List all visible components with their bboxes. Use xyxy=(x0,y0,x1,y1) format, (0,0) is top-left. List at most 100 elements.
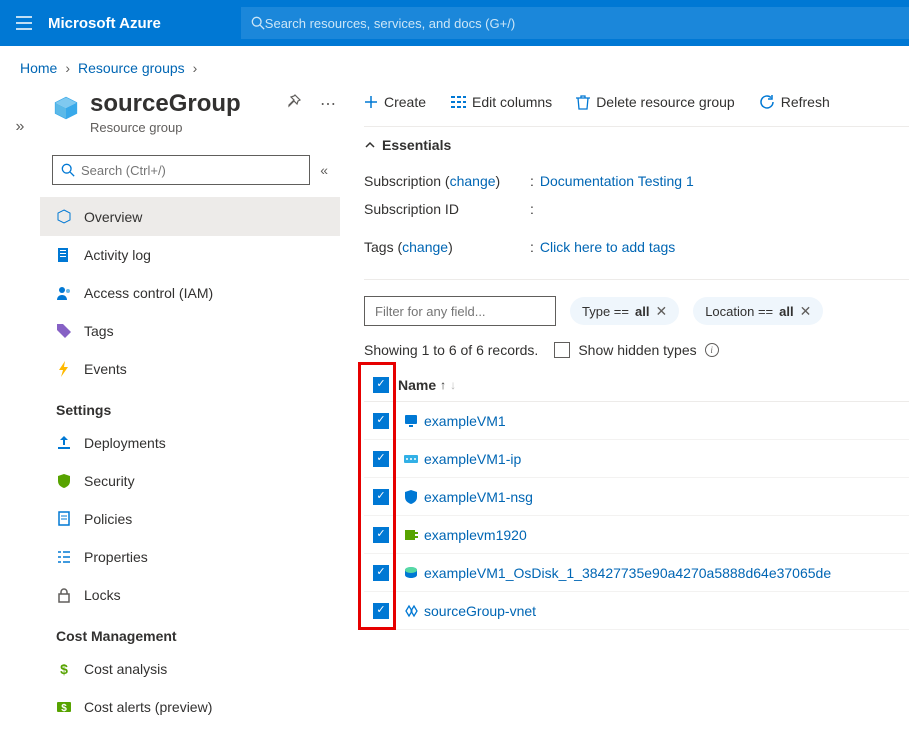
close-icon[interactable]: ✕ xyxy=(800,303,812,320)
edit-columns-button[interactable]: Edit columns xyxy=(450,94,552,110)
trash-icon xyxy=(576,94,590,110)
breadcrumb-resource-groups[interactable]: Resource groups xyxy=(78,60,185,76)
sidebar-item-iam[interactable]: Access control (IAM) xyxy=(40,274,340,312)
upload-icon xyxy=(56,435,72,451)
brand-label[interactable]: Microsoft Azure xyxy=(48,15,161,32)
people-icon xyxy=(56,285,72,301)
subscription-label: Subscription (change) xyxy=(364,173,524,189)
svg-text:$: $ xyxy=(61,703,67,714)
sidebar-item-label: Deployments xyxy=(84,435,166,451)
sidebar-search[interactable] xyxy=(52,155,310,185)
columns-icon xyxy=(450,95,466,109)
content-pane: Create Edit columns Delete resource grou… xyxy=(340,90,909,752)
row-checkbox[interactable] xyxy=(373,527,389,543)
resource-type-icon xyxy=(398,413,424,429)
subscription-change-link[interactable]: change xyxy=(450,173,496,189)
create-button[interactable]: Create xyxy=(364,94,426,110)
sidebar-item-deployments[interactable]: Deployments xyxy=(40,424,340,462)
sidebar-item-activity-log[interactable]: Activity log xyxy=(40,236,340,274)
hamburger-menu-icon[interactable] xyxy=(0,16,48,30)
table-row[interactable]: exampleVM1_OsDisk_1_38427735e90a4270a588… xyxy=(364,554,909,592)
dollar-icon: $ xyxy=(56,661,72,677)
sidebar-item-security[interactable]: Security xyxy=(40,462,340,500)
essentials-toggle[interactable]: Essentials xyxy=(364,126,909,167)
sidebar-item-properties[interactable]: Properties xyxy=(40,538,340,576)
row-checkbox[interactable] xyxy=(373,413,389,429)
more-icon[interactable]: ⋯ xyxy=(316,90,340,118)
sidebar-section-settings: Settings xyxy=(40,388,340,424)
sidebar-search-input[interactable] xyxy=(81,163,301,178)
delete-resource-group-button[interactable]: Delete resource group xyxy=(576,94,735,110)
tags-add-link[interactable]: Click here to add tags xyxy=(540,239,675,255)
show-hidden-types-label: Show hidden types xyxy=(578,342,696,358)
resource-link[interactable]: exampleVM1-ip xyxy=(424,451,521,467)
page-subtitle: Resource group xyxy=(90,120,272,135)
sidebar: sourceGroup Resource group ⋯ « Overview … xyxy=(40,90,340,752)
sidebar-item-overview[interactable]: Overview xyxy=(40,198,340,236)
resource-link[interactable]: exampleVM1-nsg xyxy=(424,489,533,505)
plus-icon xyxy=(364,95,378,109)
sidebar-item-label: Tags xyxy=(84,323,114,339)
sidebar-item-label: Activity log xyxy=(84,247,151,263)
chevron-right-icon: › xyxy=(65,60,70,76)
essentials-panel: Subscription (change) : Documentation Te… xyxy=(364,167,909,261)
breadcrumb-home[interactable]: Home xyxy=(20,60,57,76)
expand-left-rail-icon[interactable]: » xyxy=(0,90,40,752)
sidebar-item-label: Policies xyxy=(84,511,132,527)
info-icon[interactable]: i xyxy=(705,343,719,357)
sidebar-item-label: Security xyxy=(84,473,135,489)
collapse-sidebar-icon[interactable]: « xyxy=(320,162,328,178)
table-row[interactable]: sourceGroup-vnet xyxy=(364,592,909,630)
sidebar-item-events[interactable]: Events xyxy=(40,350,340,388)
resource-link[interactable]: exampleVM1_OsDisk_1_38427735e90a4270a588… xyxy=(424,565,831,581)
sort-asc-icon: ↑ xyxy=(440,378,446,392)
table-row[interactable]: exampleVM1 xyxy=(364,402,909,440)
name-column-header[interactable]: Name ↑ ↓ xyxy=(398,377,456,393)
policy-icon xyxy=(56,511,72,527)
sidebar-item-label: Properties xyxy=(84,549,148,565)
row-checkbox[interactable] xyxy=(373,565,389,581)
sidebar-item-policies[interactable]: Policies xyxy=(40,500,340,538)
breadcrumb: Home › Resource groups › xyxy=(0,46,909,90)
toolbar-label: Delete resource group xyxy=(596,94,735,110)
location-filter-pill[interactable]: Location == all ✕ xyxy=(693,297,823,325)
sidebar-item-cost-alerts[interactable]: $ Cost alerts (preview) xyxy=(40,688,340,726)
show-hidden-types-checkbox[interactable] xyxy=(554,342,570,358)
resource-link[interactable]: exampleVM1 xyxy=(424,413,506,429)
shield-icon xyxy=(56,473,72,489)
sidebar-item-tags[interactable]: Tags xyxy=(40,312,340,350)
row-checkbox[interactable] xyxy=(373,603,389,619)
select-all-checkbox[interactable] xyxy=(373,377,389,393)
tags-label: Tags (change) xyxy=(364,239,524,255)
lightning-icon xyxy=(56,361,72,377)
resource-type-icon xyxy=(398,603,424,619)
pin-icon[interactable] xyxy=(282,90,306,119)
tags-change-link[interactable]: change xyxy=(402,239,448,255)
resource-type-icon xyxy=(398,565,424,581)
row-checkbox[interactable] xyxy=(373,451,389,467)
table-row[interactable]: exampleVM1-ip xyxy=(364,440,909,478)
sidebar-item-cost-analysis[interactable]: $ Cost analysis xyxy=(40,650,340,688)
sidebar-item-locks[interactable]: Locks xyxy=(40,576,340,614)
grid-header: Name ↑ ↓ xyxy=(364,368,909,402)
subscription-value-link[interactable]: Documentation Testing 1 xyxy=(540,173,694,189)
search-icon xyxy=(61,163,75,177)
type-filter-pill[interactable]: Type == all ✕ xyxy=(570,297,679,325)
subscription-id-label: Subscription ID xyxy=(364,201,524,217)
table-row[interactable]: examplevm1920 xyxy=(364,516,909,554)
table-row[interactable]: exampleVM1-nsg xyxy=(364,478,909,516)
resource-link[interactable]: sourceGroup-vnet xyxy=(424,603,536,619)
resource-type-icon xyxy=(398,451,424,467)
refresh-button[interactable]: Refresh xyxy=(759,94,830,110)
global-search[interactable] xyxy=(241,7,909,39)
filter-bar: Type == all ✕ Location == all ✕ xyxy=(364,279,909,326)
global-search-input[interactable] xyxy=(265,16,899,31)
chevron-up-icon xyxy=(364,139,376,151)
sidebar-item-label: Overview xyxy=(84,209,142,225)
close-icon[interactable]: ✕ xyxy=(655,303,667,320)
row-checkbox[interactable] xyxy=(373,489,389,505)
resource-link[interactable]: examplevm1920 xyxy=(424,527,527,543)
filter-field-input[interactable] xyxy=(364,296,556,326)
page-title: sourceGroup xyxy=(90,90,272,118)
resource-type-icon xyxy=(398,527,424,543)
